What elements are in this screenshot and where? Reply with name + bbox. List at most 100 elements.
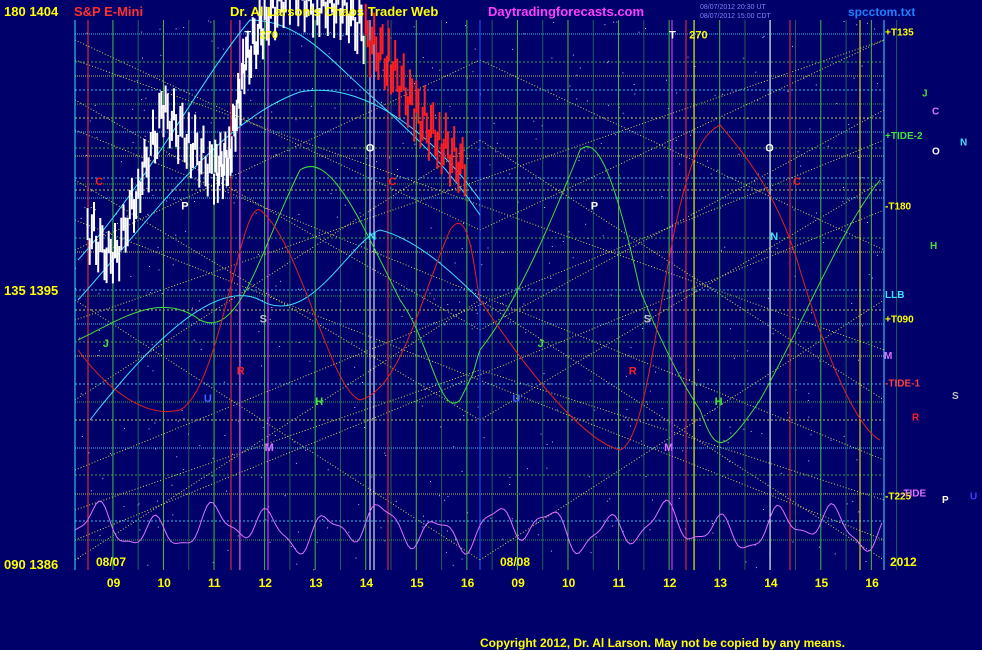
field-marker: N [368,231,376,243]
star-dot [546,444,548,445]
hour-tick-label: 13 [714,576,728,590]
star-dot [678,497,680,499]
instrument-title: S&P E-Mini [74,4,143,19]
star-dot [295,119,297,121]
star-dot [212,457,214,459]
star-dot [809,128,811,130]
star-dot [536,522,538,524]
star-dot [576,98,578,100]
star-dot [152,194,154,196]
star-dot [422,57,424,58]
star-dot [853,77,855,79]
star-dot [116,223,118,224]
star-dot [271,111,273,113]
field-marker: S [644,314,651,326]
star-dot [604,24,606,26]
star-dot [679,163,681,165]
field-marker: H [315,396,323,408]
star-dot [816,212,817,214]
star-dot [652,499,653,501]
star-dot [552,441,553,443]
star-dot [461,470,463,472]
star-dot [439,69,441,71]
star-dot [371,476,373,478]
star-dot [440,426,442,428]
star-dot [279,346,281,347]
hour-tick-label: 16 [461,576,475,590]
star-dot [861,325,863,327]
star-dot [679,372,681,374]
chart-canvas: T270T270OOCCCPPNNSSJJRRHHMMUU ULB+T135JC… [0,0,982,650]
star-dot [309,360,311,362]
star-dot [808,460,810,462]
star-dot [445,551,447,553]
right-label: J [922,88,928,99]
right-label: S [952,391,959,402]
star-dot [185,230,186,232]
star-dot [138,503,140,505]
star-dot [579,67,581,69]
star-dot [183,418,185,420]
star-dot [578,156,580,158]
right-label: U [970,492,977,503]
star-dot [509,476,511,478]
star-dot [301,45,303,47]
star-dot [275,154,277,155]
hour-tick-label: 16 [865,576,879,590]
session-date-2: 08/08 [500,555,530,569]
star-dot [544,207,546,208]
star-dot [676,92,678,94]
star-dot [227,549,229,551]
star-dot [690,134,692,136]
star-dot [827,145,829,147]
star-dot [798,332,800,334]
field-marker: U [204,393,212,405]
star-dot [293,441,295,443]
star-dot [733,357,735,359]
star-dot [176,456,178,458]
site-link[interactable]: Daytradingforecasts.com [488,4,644,19]
star-dot [661,196,663,197]
star-dot [271,307,273,309]
star-dot [141,31,143,33]
hour-tick-label: 15 [815,576,829,590]
star-dot [787,91,789,93]
star-dot [761,433,763,435]
star-dot [615,134,617,136]
star-dot [96,136,98,138]
field-marker: R [629,365,637,377]
star-dot [301,288,303,290]
star-dot [224,435,226,436]
star-dot [461,248,463,250]
hour-tick-label: 15 [410,576,424,590]
star-dot [551,57,553,59]
star-dot [412,318,414,319]
star-dot [421,405,423,407]
star-dot [102,478,104,480]
star-dot [327,469,329,471]
star-dot [858,157,860,158]
star-dot [543,373,545,374]
star-dot [155,448,157,450]
star-dot [328,53,330,55]
star-dot [556,98,558,100]
star-dot [666,79,667,81]
star-dot [624,417,626,419]
star-dot [322,519,324,521]
star-dot [645,28,646,29]
star-dot [586,100,588,102]
star-dot [255,212,257,214]
star-dot [626,409,628,410]
star-dot [192,307,193,309]
star-dot [284,495,286,497]
field-marker: T [244,29,251,41]
star-dot [156,500,158,502]
star-dot [265,519,267,521]
star-dot [382,69,384,71]
star-dot [537,534,539,536]
star-dot [843,187,844,188]
star-dot [429,292,431,294]
chart-background [0,0,982,650]
star-dot [141,99,143,101]
field-marker: T [669,29,676,41]
